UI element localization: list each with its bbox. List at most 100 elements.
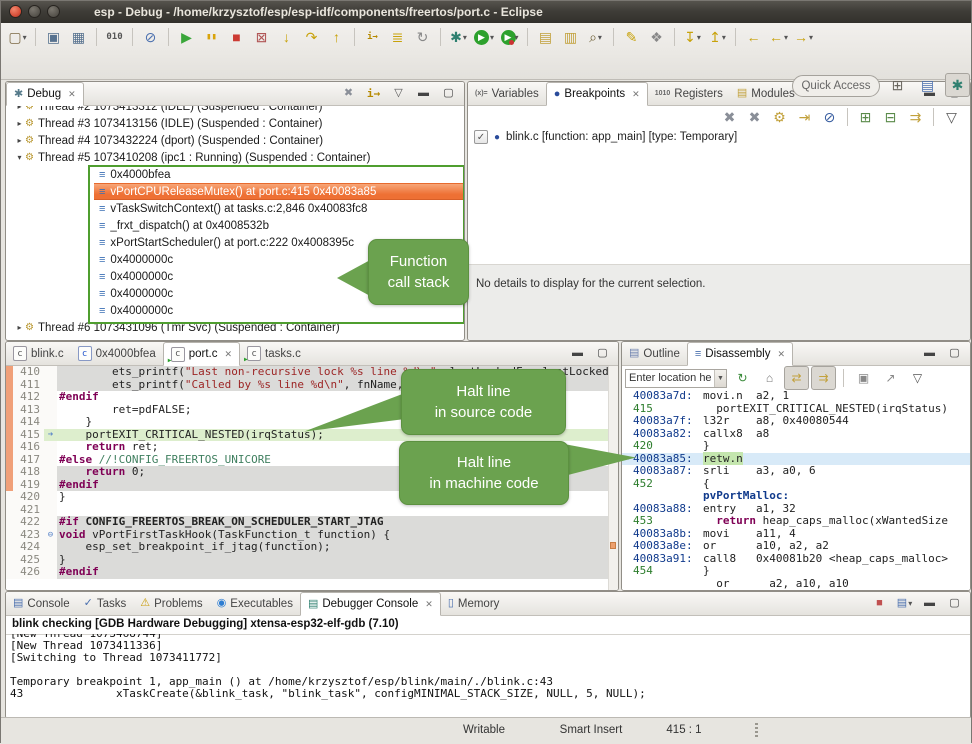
stack-frame-row[interactable]: ≡_frxt_dispatch() at 0x4008532b	[94, 217, 464, 234]
show-supported-breakpoints-button[interactable]: ⚙	[767, 105, 792, 129]
next-edit-location-button[interactable]: ↥▾	[705, 25, 730, 49]
view-menu-button[interactable]: ▽	[939, 105, 964, 129]
open-perspective-button[interactable]: ⊞	[885, 73, 910, 97]
stack-frame-item[interactable]: ≡vPortCPUReleaseMutex() at port.c:415 0x…	[6, 183, 464, 200]
thread-item[interactable]: ▸⚙Thread #4 1073432224 (dport) (Suspende…	[6, 132, 464, 149]
copy-button[interactable]: ▣	[851, 366, 876, 390]
cpp-perspective-button[interactable]: ▤	[915, 73, 940, 97]
resume-button[interactable]: ▶	[174, 25, 199, 49]
instruction-stepping-toggle[interactable]: i→	[361, 82, 386, 106]
home-button[interactable]: ⌂	[757, 366, 782, 390]
annotation-marker[interactable]	[610, 542, 616, 549]
instruction-stepping-button[interactable]: i→	[360, 25, 385, 49]
open-new-view-button[interactable]: ↗	[878, 366, 903, 390]
mark-occurrences-button[interactable]: ✎	[619, 25, 644, 49]
remove-breakpoint-button[interactable]: ✖	[717, 105, 742, 129]
external-tools-button[interactable]: ▶▾	[497, 25, 522, 49]
chevron-right-icon[interactable]: ▸	[14, 106, 25, 111]
step-filters-button[interactable]: ≣	[385, 25, 410, 49]
sync-pc-button[interactable]: ⇄	[784, 366, 809, 390]
refresh-button[interactable]: ↻	[730, 366, 755, 390]
minimize-button[interactable]: ▬	[565, 342, 590, 366]
quick-access-button[interactable]: Quick Access	[792, 75, 880, 97]
new-cpp-project-button[interactable]: ▤	[533, 25, 558, 49]
stack-frame-row[interactable]: ≡0x4000bfea	[94, 166, 464, 183]
window-maximize-icon[interactable]	[47, 5, 60, 18]
disasm-line[interactable]: 40083a91:call8 0x40081b20 <heap_caps_mal…	[622, 553, 970, 566]
minimize-button[interactable]: ▬	[917, 342, 942, 366]
window-minimize-icon[interactable]	[28, 5, 41, 18]
tab-debugger-console[interactable]: ▤Debugger Console✕	[300, 592, 441, 616]
tab-executables[interactable]: ◉Executables	[210, 592, 300, 615]
tab-modules[interactable]: ▤Modules	[730, 82, 802, 105]
view-menu-button[interactable]: ▽	[386, 82, 411, 106]
disasm-line[interactable]: 453 return heap_caps_malloc(xWantedSize	[622, 515, 970, 528]
display-console-button[interactable]: ▤▾	[892, 592, 917, 616]
tab-disassembly[interactable]: ≡Disassembly✕	[687, 342, 793, 366]
tab-0x4000bfea[interactable]: c0x4000bfea	[71, 342, 163, 365]
tab-registers[interactable]: 1010Registers	[648, 82, 730, 105]
view-menu-button[interactable]: ▽	[905, 366, 930, 390]
chevron-right-icon[interactable]: ▸	[14, 119, 25, 128]
back-solid-button[interactable]: ←	[741, 25, 766, 49]
remove-all-breakpoints-button[interactable]: ✖	[742, 105, 767, 129]
maximize-button[interactable]: ▢	[590, 342, 615, 366]
tab-port-c[interactable]: cport.c✕	[163, 342, 240, 366]
console-terminate-button[interactable]: ■	[867, 592, 892, 616]
stack-frame-item[interactable]: ≡0x4000bfea	[6, 166, 464, 183]
chevron-down-icon[interactable]: ▾	[14, 153, 25, 162]
collapse-all-button[interactable]: ⊟	[878, 105, 903, 129]
disasm-line[interactable]: or a2, a10, a10	[622, 578, 970, 591]
close-icon[interactable]: ✕	[425, 599, 433, 610]
disasm-line[interactable]: 40083a82:callx8 a8	[622, 428, 970, 441]
step-into-button[interactable]: ↓	[274, 25, 299, 49]
save-all-button[interactable]: ▦	[66, 25, 91, 49]
skip-all-button[interactable]: ⊘	[817, 105, 842, 129]
tab-variables[interactable]: (x)=Variables	[468, 82, 546, 105]
tab-tasks[interactable]: ✓Tasks	[77, 592, 134, 615]
disasm-line[interactable]: 452{	[622, 478, 970, 491]
chevron-right-icon[interactable]: ▸	[14, 323, 25, 332]
remove-terminated-button[interactable]: ✖	[336, 82, 361, 106]
search-button[interactable]: ⌕▾	[583, 25, 608, 49]
chevron-down-icon[interactable]: ▼	[714, 370, 726, 387]
status-drag-handle[interactable]	[755, 723, 758, 738]
console-output[interactable]: [New Thread 1073468744][New Thread 10734…	[6, 634, 970, 718]
window-close-icon[interactable]	[9, 5, 22, 18]
new-wizard-button[interactable]: ▢▾	[5, 25, 30, 49]
console-minimize-button[interactable]: ▬	[917, 592, 942, 616]
tab-memory[interactable]: ▯Memory	[441, 592, 507, 615]
disasm-line[interactable]: 40083a7f:l32r a8, 0x40080544	[622, 415, 970, 428]
back-button[interactable]: ←▾	[766, 25, 791, 49]
tab-outline[interactable]: ▤Outline	[622, 342, 687, 365]
step-return-button[interactable]: ↑	[324, 25, 349, 49]
annotation-column[interactable]	[608, 366, 618, 590]
annotation-nav-button[interactable]: ❖	[644, 25, 669, 49]
minimize-button[interactable]: ▬	[411, 82, 436, 106]
skip-all-breakpoints-button[interactable]: ⊘	[138, 25, 163, 49]
goto-breakpoint-file-button[interactable]: ⇥	[792, 105, 817, 129]
forward-button[interactable]: →▾	[791, 25, 816, 49]
close-icon[interactable]: ✕	[225, 349, 233, 360]
tab-problems[interactable]: ⚠Problems	[133, 592, 209, 615]
tab-breakpoints[interactable]: ●Breakpoints✕	[546, 82, 648, 106]
close-icon[interactable]: ✕	[68, 89, 76, 100]
stack-frame-item[interactable]: ≡_frxt_dispatch() at 0x4008532b	[6, 217, 464, 234]
suspend-button[interactable]: ▮▮	[199, 25, 224, 49]
thread-item[interactable]: ▸⚙Thread #3 1073413156 (IDLE) (Suspended…	[6, 115, 464, 132]
thread-item[interactable]: ▾⚙Thread #5 1073410208 (ipc1 : Running) …	[6, 149, 464, 166]
expand-all-button[interactable]: ⊞	[853, 105, 878, 129]
tab-debug[interactable]: ✱ Debug ✕	[6, 82, 84, 106]
restart-button[interactable]: ↻	[410, 25, 435, 49]
debug-button[interactable]: ✱▾	[446, 25, 471, 49]
location-input[interactable]	[626, 372, 714, 384]
breakpoint-list-item[interactable]: ✓ ● blink.c [function: app_main] [type: …	[468, 128, 970, 146]
disconnect-button[interactable]: ⊠	[249, 25, 274, 49]
tab-console[interactable]: ▤Console	[6, 592, 77, 615]
terminate-button[interactable]: ■	[224, 25, 249, 49]
toggle-hex-button[interactable]: 010	[102, 25, 127, 49]
disassembly-listing[interactable]: 40083a7d:movi.n a2, 1415 portEXIT_CRITIC…	[622, 390, 970, 590]
close-icon[interactable]: ✕	[777, 349, 785, 360]
step-over-button[interactable]: ↷	[299, 25, 324, 49]
thread-item[interactable]: ▸⚙Thread #2 1073413312 (IDLE) (Suspended…	[6, 106, 464, 115]
